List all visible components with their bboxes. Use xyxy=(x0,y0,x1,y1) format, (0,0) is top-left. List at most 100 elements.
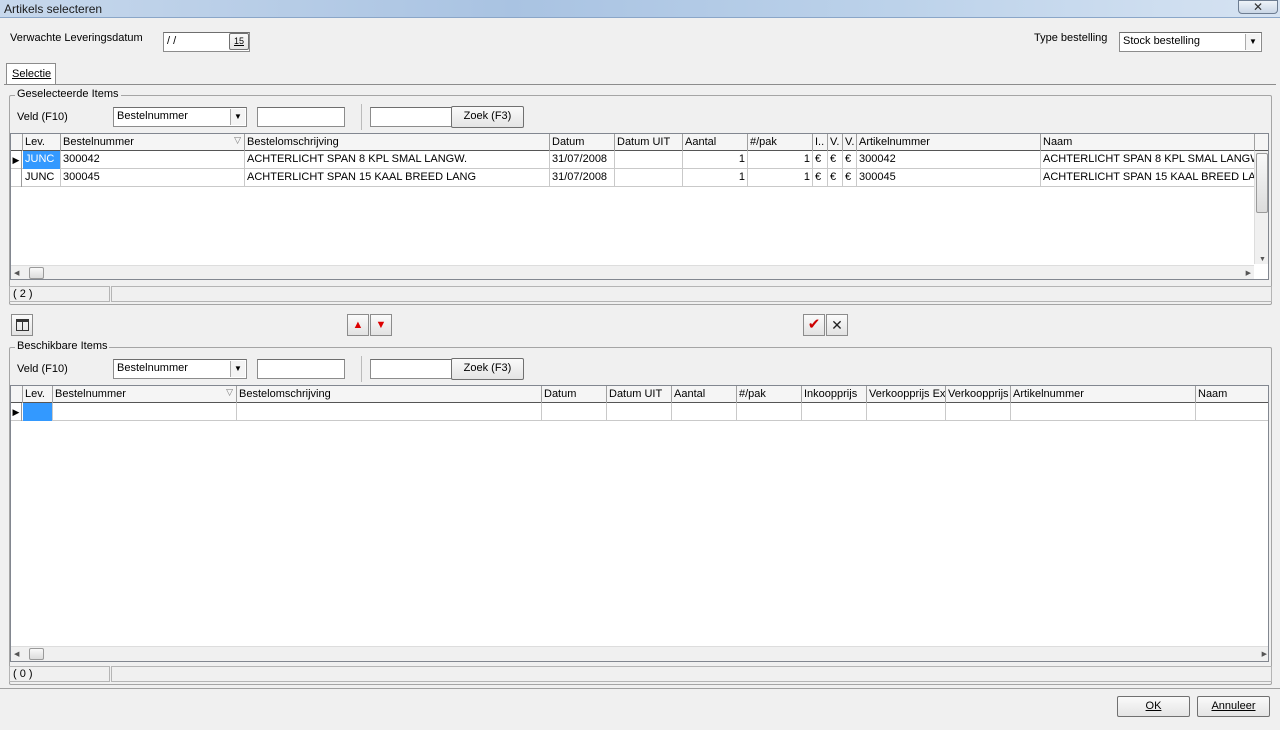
chevron-down-icon[interactable]: ▼ xyxy=(230,361,245,377)
cell-bestelomschrijving[interactable]: ACHTERLICHT SPAN 8 KPL SMAL LANGW. xyxy=(245,151,550,169)
cell-verkoopprijs[interactable] xyxy=(946,403,1011,421)
scroll-left-icon[interactable]: ◀ xyxy=(14,650,19,658)
cell-aantal[interactable] xyxy=(672,403,737,421)
cell-inkoop[interactable]: € xyxy=(813,169,828,187)
ok-button[interactable]: OK xyxy=(1117,696,1190,717)
header-naam[interactable]: Naam xyxy=(1196,386,1268,403)
move-up-button[interactable]: ▲ xyxy=(347,314,369,336)
header-indicator xyxy=(11,386,23,403)
scroll-down-icon[interactable]: ▼ xyxy=(1259,256,1266,263)
cell-bestelnummer[interactable] xyxy=(53,403,237,421)
cell-inkoop[interactable]: € xyxy=(813,151,828,169)
cell-datum[interactable]: 31/07/2008 xyxy=(550,151,615,169)
reject-button[interactable]: ✕ xyxy=(826,314,848,336)
selected-search-button[interactable]: Zoek (F3) xyxy=(451,106,524,128)
columns-button[interactable] xyxy=(11,314,33,336)
cell-naam[interactable] xyxy=(1196,403,1268,421)
cell-pak[interactable]: 1 xyxy=(748,151,813,169)
scroll-left-icon[interactable]: ◀ xyxy=(14,269,19,277)
header-datum[interactable]: Datum xyxy=(542,386,607,403)
cell-pak[interactable] xyxy=(737,403,802,421)
header-pak[interactable]: #/pak xyxy=(737,386,802,403)
available-filter-input[interactable] xyxy=(257,359,345,379)
header-lev[interactable]: Lev. xyxy=(23,134,61,151)
cell-lev[interactable]: JUNC xyxy=(23,169,61,187)
selected-items-grid[interactable]: Lev. Bestelnummer ▽ Bestelomschrijving Da… xyxy=(10,133,1269,280)
cell-bestelnummer[interactable]: 300042 xyxy=(61,151,245,169)
available-search-button[interactable]: Zoek (F3) xyxy=(451,358,524,380)
calendar-button[interactable]: 15 xyxy=(229,33,249,50)
move-down-button[interactable]: ▼ xyxy=(370,314,392,336)
selected-filter-input[interactable] xyxy=(257,107,345,127)
cell-datum-uit[interactable] xyxy=(615,151,683,169)
chevron-down-icon[interactable]: ▼ xyxy=(230,109,245,125)
cell-bestelomschrijving[interactable] xyxy=(237,403,542,421)
header-verkoop[interactable]: V. xyxy=(843,134,857,151)
cell-datum-uit[interactable] xyxy=(615,169,683,187)
cell-artikelnummer[interactable]: 300042 xyxy=(857,151,1041,169)
header-verkoopprijs[interactable]: Verkoopprijs xyxy=(946,386,1011,403)
header-bestelnummer[interactable]: Bestelnummer ▽ xyxy=(61,134,245,151)
cell-verkoop-ex[interactable]: € xyxy=(828,151,843,169)
header-datum-uit[interactable]: Datum UIT xyxy=(607,386,672,403)
cell-datum-uit[interactable] xyxy=(607,403,672,421)
cell-lev[interactable]: JUNC xyxy=(23,151,61,169)
cell-pak[interactable]: 1 xyxy=(748,169,813,187)
selected-search-input[interactable] xyxy=(370,107,452,127)
cell-artikelnummer[interactable]: 300045 xyxy=(857,169,1041,187)
horizontal-scrollbar[interactable]: ◀ ▶ xyxy=(11,646,1268,661)
order-type-select[interactable]: Stock bestelling ▼ xyxy=(1119,32,1262,52)
cell-naam[interactable]: ACHTERLICHT SPAN 15 KAAL BREED LANG xyxy=(1041,169,1255,187)
header-verkoop-ex[interactable]: V. xyxy=(828,134,843,151)
cell-verkoop[interactable]: € xyxy=(843,151,857,169)
scroll-thumb[interactable] xyxy=(29,648,44,660)
header-datum-uit[interactable]: Datum UIT xyxy=(615,134,683,151)
close-button[interactable]: ✕ xyxy=(1238,0,1278,14)
cell-lev[interactable] xyxy=(23,403,53,421)
available-field-select[interactable]: Bestelnummer ▼ xyxy=(113,359,247,379)
chevron-down-icon[interactable]: ▼ xyxy=(1245,34,1260,50)
cell-artikelnummer[interactable] xyxy=(1011,403,1196,421)
cell-verkoop-ex[interactable]: € xyxy=(828,169,843,187)
header-bestelomschrijving[interactable]: Bestelomschrijving xyxy=(237,386,542,403)
cell-inkoopprijs[interactable] xyxy=(802,403,867,421)
cell-bestelomschrijving[interactable]: ACHTERLICHT SPAN 15 KAAL BREED LANG xyxy=(245,169,550,187)
header-verkoopprijs-ex[interactable]: Verkoopprijs Ex xyxy=(867,386,946,403)
table-row[interactable]: ▶ xyxy=(11,403,1268,421)
cell-datum[interactable]: 31/07/2008 xyxy=(550,169,615,187)
accept-button[interactable]: ✔ xyxy=(803,314,825,336)
cell-aantal[interactable]: 1 xyxy=(683,169,748,187)
header-datum[interactable]: Datum xyxy=(550,134,615,151)
header-bestelomschrijving[interactable]: Bestelomschrijving xyxy=(245,134,550,151)
scroll-thumb[interactable] xyxy=(1256,153,1268,213)
header-pak[interactable]: #/pak xyxy=(748,134,813,151)
selected-count: ( 2 ) xyxy=(9,286,110,302)
scroll-right-icon[interactable]: ▶ xyxy=(1246,269,1251,277)
header-naam[interactable]: Naam xyxy=(1041,134,1255,151)
selected-field-select[interactable]: Bestelnummer ▼ xyxy=(113,107,247,127)
header-bestelnummer[interactable]: Bestelnummer ▽ xyxy=(53,386,237,403)
cell-datum[interactable] xyxy=(542,403,607,421)
scroll-thumb[interactable] xyxy=(29,267,44,279)
tab-selectie[interactable]: Selectie xyxy=(6,63,56,85)
table-row[interactable]: JUNC 300045 ACHTERLICHT SPAN 15 KAAL BRE… xyxy=(11,169,1268,187)
vertical-scrollbar[interactable]: ▼ xyxy=(1254,151,1268,264)
available-items-grid[interactable]: Lev. Bestelnummer ▽ Bestelomschrijving Da… xyxy=(10,385,1269,662)
cancel-button[interactable]: Annuleer xyxy=(1197,696,1270,717)
cell-bestelnummer[interactable]: 300045 xyxy=(61,169,245,187)
header-inkoopprijs[interactable]: Inkoopprijs xyxy=(802,386,867,403)
scroll-right-icon[interactable]: ▶ xyxy=(1262,650,1267,658)
header-aantal[interactable]: Aantal xyxy=(683,134,748,151)
header-inkoop[interactable]: I.. xyxy=(813,134,828,151)
cell-verkoop[interactable]: € xyxy=(843,169,857,187)
available-search-input[interactable] xyxy=(370,359,452,379)
cell-aantal[interactable]: 1 xyxy=(683,151,748,169)
header-artikelnummer[interactable]: Artikelnummer xyxy=(1011,386,1196,403)
cell-naam[interactable]: ACHTERLICHT SPAN 8 KPL SMAL LANGW. xyxy=(1041,151,1255,169)
horizontal-scrollbar[interactable]: ◀ ▶ xyxy=(11,265,1254,279)
cell-verkoopprijs-ex[interactable] xyxy=(867,403,946,421)
table-row[interactable]: ▶ JUNC 300042 ACHTERLICHT SPAN 8 KPL SMA… xyxy=(11,151,1268,169)
header-artikelnummer[interactable]: Artikelnummer xyxy=(857,134,1041,151)
header-aantal[interactable]: Aantal xyxy=(672,386,737,403)
header-lev[interactable]: Lev. xyxy=(23,386,53,403)
